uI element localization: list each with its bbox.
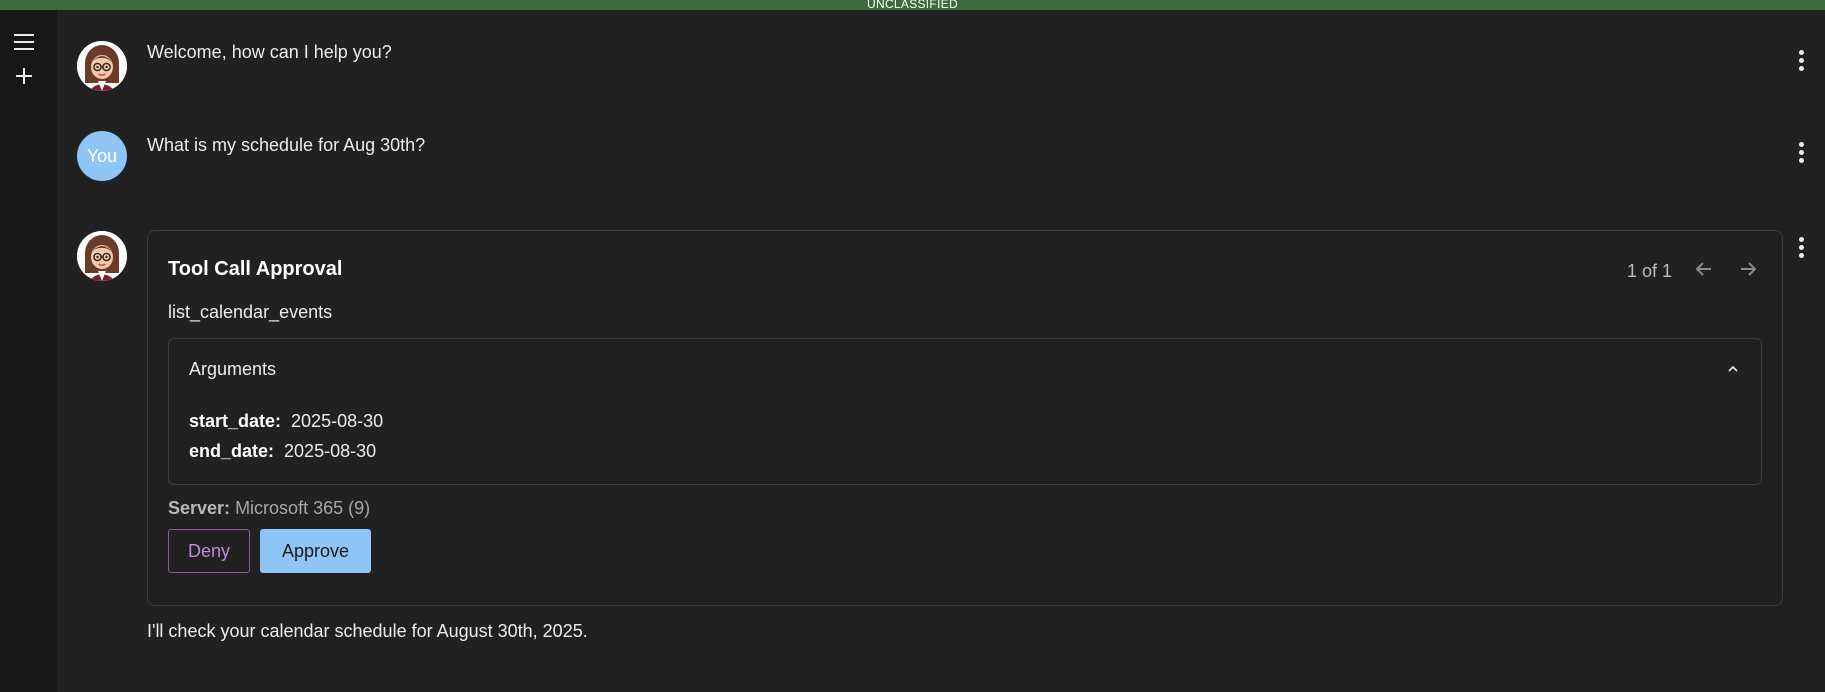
tool-name: list_calendar_events — [168, 302, 333, 322]
plus-icon — [14, 66, 34, 86]
deny-button[interactable]: Deny — [168, 529, 250, 573]
user-message-text: What is my schedule for Aug 30th? — [147, 135, 426, 155]
server-info: Server: Microsoft 365 (9) — [168, 498, 370, 519]
argument-row: end_date: 2025-08-30 — [189, 441, 376, 462]
user-avatar: You — [77, 131, 127, 181]
arguments-title: Arguments — [189, 359, 277, 379]
message-options-button[interactable] — [1791, 46, 1811, 74]
argument-value: 2025-08-30 — [291, 411, 384, 431]
assistant-avatar — [77, 41, 127, 91]
tool-approval-title: Tool Call Approval — [168, 258, 343, 280]
server-label: Server: — [168, 498, 231, 518]
pager-count: 1 of 1 — [1626, 260, 1672, 281]
approval-pager: 1 of 1 — [1627, 255, 1764, 287]
menu-button[interactable] — [10, 28, 38, 56]
argument-key: start_date: — [189, 411, 282, 431]
assistant-message-text: I'll check your calendar schedule for Au… — [147, 621, 588, 641]
next-button[interactable] — [1732, 255, 1764, 287]
assistant-message-text: Welcome, how can I help you? — [147, 42, 392, 62]
previous-button[interactable] — [1688, 255, 1720, 287]
approve-button[interactable]: Approve — [260, 529, 371, 573]
tool-approval-card: Tool Call Approval 1 of 1 list_calendar_… — [147, 230, 1783, 606]
menu-icon — [13, 33, 35, 51]
sidebar — [0, 10, 57, 692]
chat-area: Welcome, how can I help you? You What is… — [57, 10, 1825, 692]
chevron-up-icon — [1727, 360, 1739, 378]
message-options-button[interactable] — [1791, 138, 1811, 166]
server-value: Microsoft 365 (9) — [235, 498, 371, 518]
argument-key: end_date: — [189, 441, 275, 461]
arrow-left-icon — [1694, 259, 1714, 284]
arguments-panel: Arguments start_date: 2025-08-30 end_date… — [168, 338, 1762, 485]
new-chat-button[interactable] — [10, 62, 38, 90]
collapse-arguments-button[interactable] — [1719, 355, 1747, 383]
argument-row: start_date: 2025-08-30 — [189, 411, 383, 432]
assistant-avatar — [77, 231, 127, 281]
arrow-right-icon — [1738, 259, 1758, 284]
message-options-button[interactable] — [1791, 233, 1811, 261]
classification-banner: UNCLASSIFIED — [0, 0, 1825, 10]
argument-value: 2025-08-30 — [284, 441, 377, 461]
